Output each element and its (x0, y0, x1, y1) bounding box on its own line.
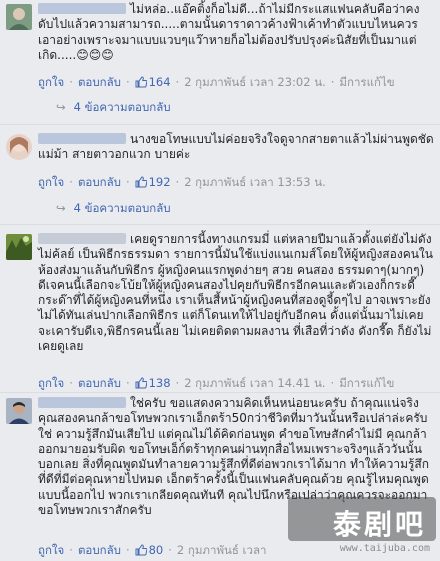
comment-actions: ถูกใจ · ตอบกลับ · 192 · 2 กุมภาพันธ์ เวลา 13:5… (38, 174, 434, 190)
comment-actions: ถูกใจ · ตอบกลับ · 164 · 2 กุมภาพันธ์ เวลา 23:0… (38, 74, 434, 90)
edited-label[interactable]: มีการแก้ไข (339, 375, 394, 393)
like-button[interactable]: ถูกใจ (38, 174, 64, 192)
comment-body: นางขอโทษแบบไม่ค่อยจริงใจดูจากสายตาแล้วไม… (38, 132, 434, 163)
separator-dot: · (69, 175, 73, 189)
comment-body: ไม่หล่อ..แอ๊คติ้งก็อไม่ดี...ถ้าไม่มีกระแ… (38, 2, 434, 63)
like-count[interactable]: 192 (135, 175, 171, 189)
thumbs-up-icon (135, 377, 147, 389)
comment-timestamp[interactable]: 2 กุมภาพันธ์ เวลา 13:53 น. (184, 174, 326, 192)
separator-dot: · (125, 75, 130, 89)
comment-timestamp[interactable]: 2 กุมภาพันธ์ เวลา 23:02 น. (184, 74, 326, 92)
author-name[interactable] (38, 397, 126, 408)
author-name[interactable] (38, 133, 126, 144)
reply-arrow-icon: ↪ (56, 201, 66, 215)
edited-label[interactable]: มีการแก้ไข (339, 74, 394, 92)
comment-timestamp[interactable]: 2 กุมภาพันธ์ เวลา (177, 542, 267, 560)
comment-text: เคยดูรายการนี้งทางแกรมมี่ แต่หลายปีมาแล้… (38, 232, 433, 354)
avatar[interactable] (6, 4, 32, 30)
comment-item: ไม่หล่อ..แอ๊คติ้งก็อไม่ดี...ถ้าไม่มีกระแ… (0, 2, 440, 114)
comment-actions: ถูกใจ · ตอบกลับ · 138 · 2 กุมภาพันธ์ เวลา 14.4… (38, 375, 434, 391)
like-button[interactable]: ถูกใจ (38, 74, 64, 92)
separator-dot: · (175, 75, 180, 89)
replies-count: 4 ข้อความตอบกลับ (73, 201, 171, 215)
divider (0, 124, 440, 125)
separator-dot: · (125, 175, 130, 189)
separator-dot: · (330, 75, 335, 89)
watermark-url: www.taijuba.com (339, 543, 430, 554)
like-button[interactable]: ถูกใจ (38, 375, 64, 393)
like-button[interactable]: ถูกใจ (38, 542, 64, 560)
separator-dot: · (69, 75, 73, 89)
comment-thread: ไม่หล่อ..แอ๊คติ้งก็อไม่ดี...ถ้าไม่มีกระแ… (0, 0, 440, 561)
comment-timestamp[interactable]: 2 กุมภาพันธ์ เวลา 14.41 น. (184, 375, 325, 393)
comment-item: นางขอโทษแบบไม่ค่อยจริงใจดูจากสายตาแล้วไม… (0, 132, 440, 220)
watermark-logo: 泰剧吧 (332, 508, 426, 541)
separator-dot: · (69, 376, 73, 390)
thumbs-up-icon (135, 76, 147, 88)
separator-dot: · (69, 543, 73, 557)
separator-dot: · (175, 376, 180, 390)
divider (0, 392, 440, 393)
thumbs-up-icon (135, 544, 147, 556)
reply-button[interactable]: ตอบกลับ (78, 375, 121, 393)
author-name[interactable] (38, 233, 126, 244)
avatar[interactable] (6, 234, 32, 260)
comment-item: เคยดูรายการนี้งทางแกรมมี่ แต่หลายปีมาแล้… (0, 232, 440, 391)
separator-dot: · (125, 376, 130, 390)
thumbs-up-icon (135, 176, 147, 188)
view-replies-link[interactable]: ↪ 4 ข้อความตอบกลับ (56, 99, 171, 115)
separator-dot: · (175, 175, 180, 189)
view-replies-link[interactable]: ↪ 4 ข้อความตอบกลับ (56, 200, 171, 216)
author-name[interactable] (38, 3, 126, 14)
avatar[interactable] (6, 398, 32, 424)
reply-arrow-icon: ↪ (56, 100, 66, 114)
site-watermark: 泰剧吧 www.taijuba.com (288, 497, 436, 557)
separator-dot: · (330, 376, 335, 390)
like-count[interactable]: 80 (135, 543, 163, 557)
like-count[interactable]: 138 (135, 376, 171, 390)
avatar[interactable] (6, 134, 32, 160)
separator-dot: · (125, 543, 130, 557)
divider (0, 224, 440, 225)
comment-body: เคยดูรายการนี้งทางแกรมมี่ แต่หลายปีมาแล้… (38, 232, 434, 354)
reply-button[interactable]: ตอบกลับ (78, 542, 121, 560)
replies-count: 4 ข้อความตอบกลับ (73, 100, 171, 114)
separator-dot: · (168, 543, 172, 557)
reply-button[interactable]: ตอบกลับ (78, 174, 121, 192)
reply-button[interactable]: ตอบกลับ (78, 74, 121, 92)
like-count[interactable]: 164 (135, 75, 171, 89)
